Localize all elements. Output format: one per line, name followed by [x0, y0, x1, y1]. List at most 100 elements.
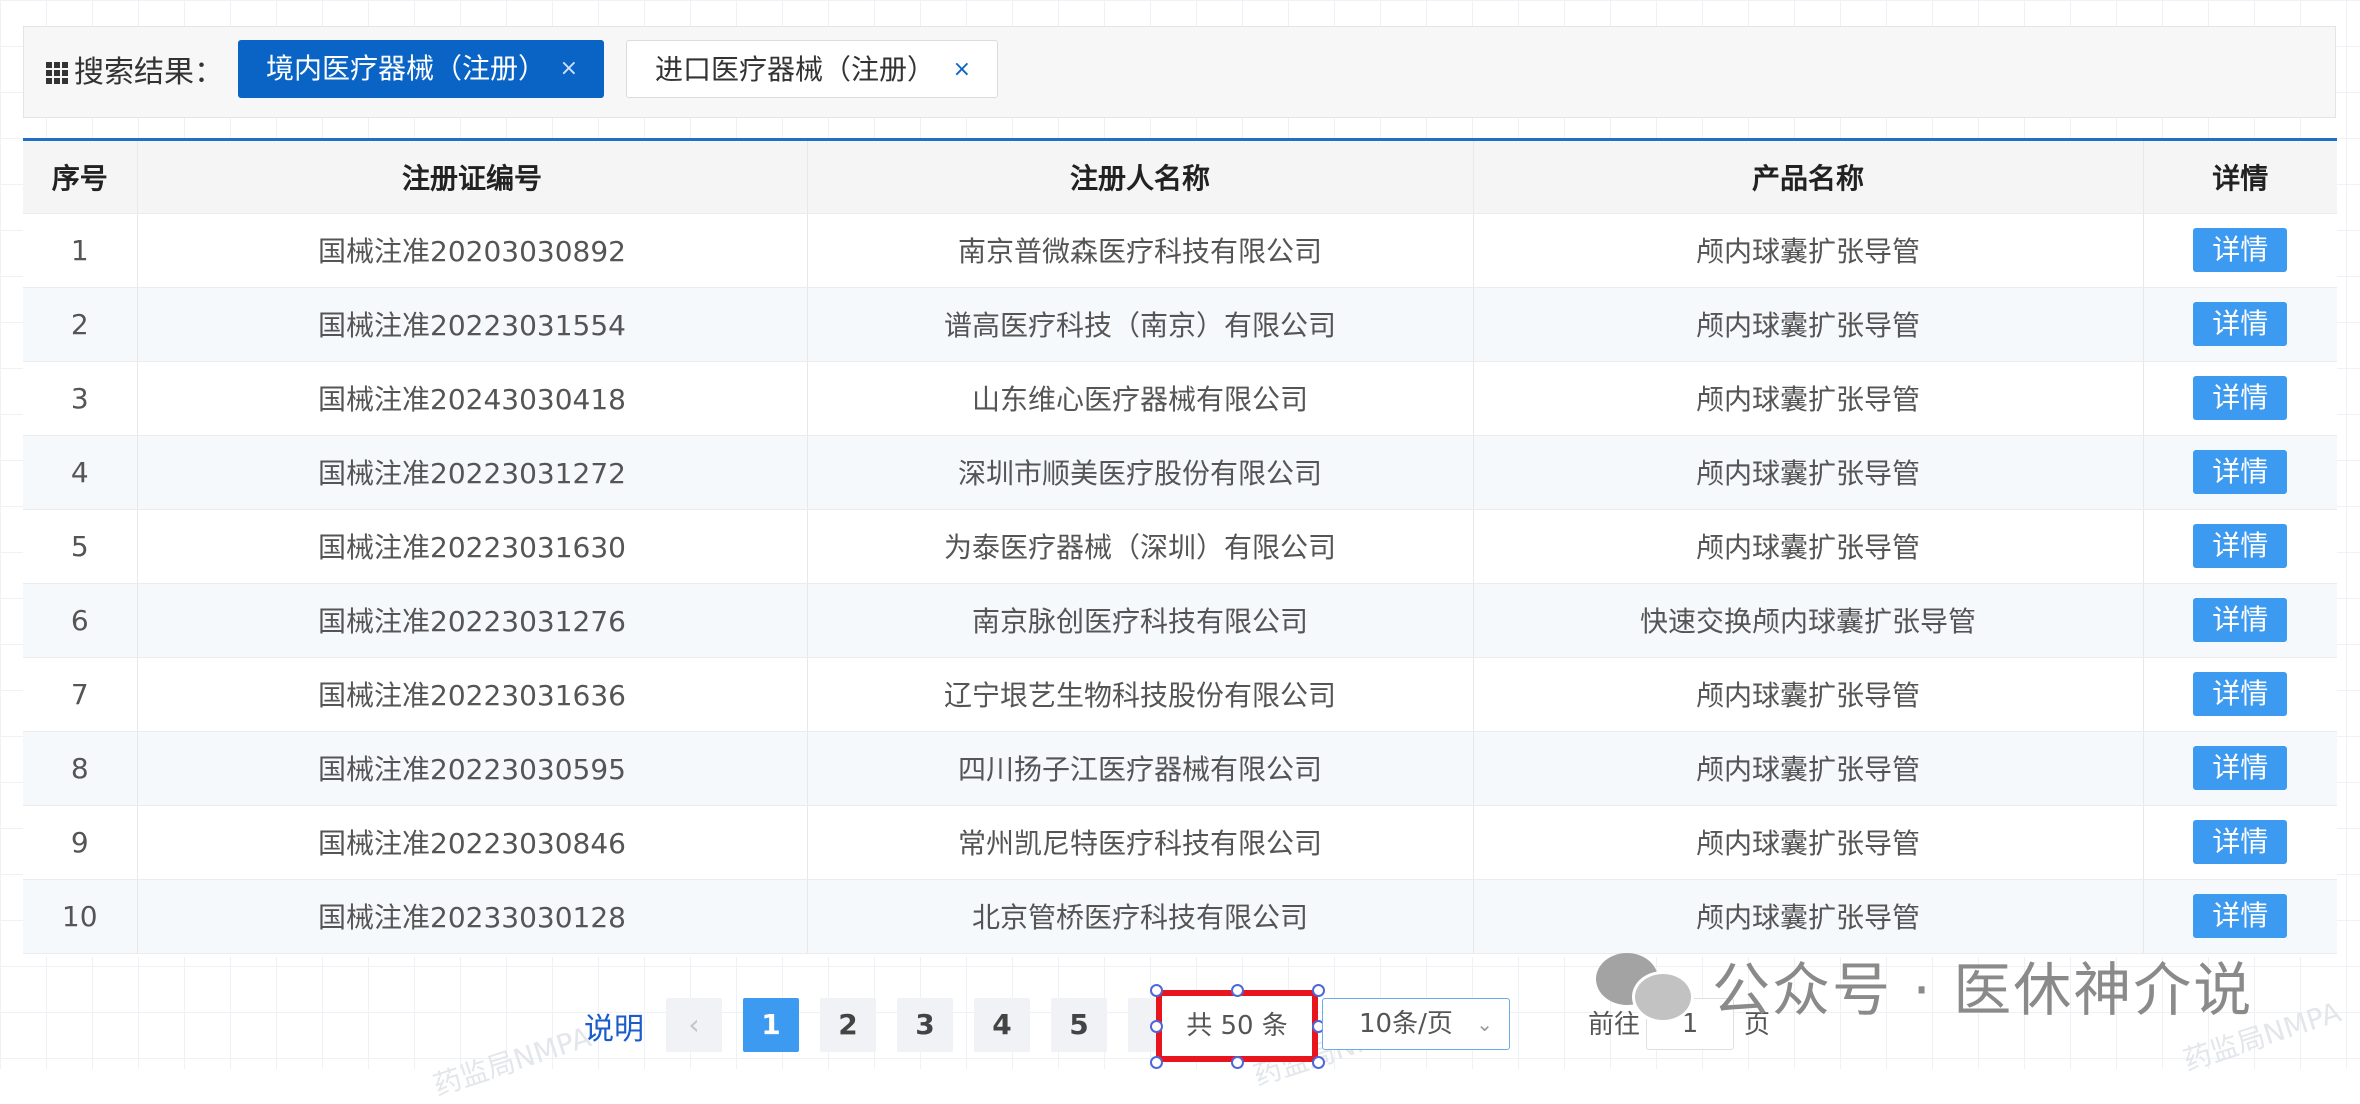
- detail-button[interactable]: 详情: [2193, 672, 2288, 716]
- cell-product: 颅内球囊扩张导管: [1473, 213, 2144, 288]
- annotation-handle: [1231, 984, 1244, 997]
- header-product: 产品名称: [1473, 141, 2144, 214]
- detail-button[interactable]: 详情: [2193, 598, 2288, 642]
- cell-index: 6: [23, 583, 138, 658]
- cell-detail: 详情: [2143, 583, 2337, 658]
- header-registration-no: 注册证编号: [137, 141, 808, 214]
- cell-index: 1: [23, 213, 138, 288]
- detail-button[interactable]: 详情: [2193, 302, 2288, 346]
- cell-index: 8: [23, 731, 138, 806]
- page-size-select[interactable]: 10条/页 ⌄: [1322, 998, 1510, 1050]
- detail-button[interactable]: 详情: [2193, 450, 2288, 494]
- annotation-handle: [1312, 984, 1325, 997]
- cell-product: 快速交换颅内球囊扩张导管: [1473, 583, 2144, 658]
- header-index: 序号: [23, 141, 138, 214]
- results-table-container: 序号 注册证编号 注册人名称 产品名称 详情 1 国械注准20203030892…: [23, 138, 2337, 957]
- cell-registration-no: 国械注准20203030892: [137, 213, 808, 288]
- cell-detail: 详情: [2143, 731, 2337, 806]
- wechat-watermark: 公众号 · 医休神介说: [1596, 940, 2253, 1030]
- wechat-watermark-text: 公众号 · 医休神介说: [1712, 956, 2254, 1024]
- results-table: 序号 注册证编号 注册人名称 产品名称 详情 1 国械注准20203030892…: [23, 141, 2337, 954]
- cell-registrant: 南京普微森医疗科技有限公司: [807, 213, 1474, 288]
- cell-registrant: 山东维心医疗器械有限公司: [807, 361, 1474, 436]
- cell-detail: 详情: [2143, 213, 2337, 288]
- table-row: 3 国械注准20243030418 山东维心医疗器械有限公司 颅内球囊扩张导管 …: [23, 361, 2337, 436]
- tag-label: 进口医疗器械（注册）: [655, 53, 936, 86]
- tag-imported-device[interactable]: 进口医疗器械（注册） ×: [626, 40, 998, 98]
- cell-index: 7: [23, 657, 138, 732]
- cell-registration-no: 国械注准20223030595: [137, 731, 808, 806]
- header-detail: 详情: [2143, 141, 2337, 214]
- table-row: 4 国械注准20223031272 深圳市顺美医疗股份有限公司 颅内球囊扩张导管…: [23, 435, 2337, 510]
- page-size-value: 10条/页: [1359, 1009, 1453, 1039]
- page-button-1[interactable]: 1: [743, 998, 799, 1052]
- chevron-down-icon: ⌄: [1476, 1012, 1493, 1036]
- table-row: 9 国械注准20223030846 常州凯尼特医疗科技有限公司 颅内球囊扩张导管…: [23, 805, 2337, 880]
- cell-registration-no: 国械注准20223030846: [137, 805, 808, 880]
- cell-registrant: 北京管桥医疗科技有限公司: [807, 879, 1474, 954]
- detail-button[interactable]: 详情: [2193, 820, 2288, 864]
- cell-detail: 详情: [2143, 287, 2337, 362]
- cell-product: 颅内球囊扩张导管: [1473, 435, 2144, 510]
- detail-button[interactable]: 详情: [2193, 228, 2288, 272]
- cell-detail: 详情: [2143, 805, 2337, 880]
- cell-registration-no: 国械注准20223031636: [137, 657, 808, 732]
- cell-product: 颅内球囊扩张导管: [1473, 509, 2144, 584]
- page-button-5[interactable]: 5: [1051, 998, 1107, 1052]
- close-icon[interactable]: ×: [560, 40, 578, 98]
- cell-index: 5: [23, 509, 138, 584]
- table-row: 5 国械注准20223031630 为泰医疗器械（深圳）有限公司 颅内球囊扩张导…: [23, 509, 2337, 584]
- cell-registration-no: 国械注准20223031276: [137, 583, 808, 658]
- cell-detail: 详情: [2143, 361, 2337, 436]
- tag-domestic-device[interactable]: 境内医疗器械（注册） ×: [238, 40, 604, 98]
- page-button-3[interactable]: 3: [897, 998, 953, 1052]
- annotation-handle: [1150, 1056, 1163, 1069]
- cell-detail: 详情: [2143, 509, 2337, 584]
- cell-registrant: 深圳市顺美医疗股份有限公司: [807, 435, 1474, 510]
- annotation-handle: [1150, 984, 1163, 997]
- search-result-bar: 搜索结果： 境内医疗器械（注册） × 进口医疗器械（注册） ×: [23, 26, 2336, 118]
- cell-index: 3: [23, 361, 138, 436]
- cell-product: 颅内球囊扩张导管: [1473, 657, 2144, 732]
- annotation-handle: [1312, 1056, 1325, 1069]
- cell-registrant: 辽宁垠艺生物科技股份有限公司: [807, 657, 1474, 732]
- search-result-label: 搜索结果：: [46, 27, 224, 119]
- cell-registrant: 四川扬子江医疗器械有限公司: [807, 731, 1474, 806]
- prev-page-button[interactable]: ‹: [666, 998, 722, 1052]
- cell-registration-no: 国械注准20243030418: [137, 361, 808, 436]
- total-count-text: 共 50 条: [1186, 1011, 1288, 1041]
- cell-index: 4: [23, 435, 138, 510]
- table-row: 8 国械注准20223030595 四川扬子江医疗器械有限公司 颅内球囊扩张导管…: [23, 731, 2337, 806]
- table-row: 6 国械注准20223031276 南京脉创医疗科技有限公司 快速交换颅内球囊扩…: [23, 583, 2337, 658]
- cell-registration-no: 国械注准20223031272: [137, 435, 808, 510]
- annotation-handle: [1231, 1056, 1244, 1069]
- cell-registration-no: 国械注准20223031554: [137, 287, 808, 362]
- cell-registrant: 南京脉创医疗科技有限公司: [807, 583, 1474, 658]
- cell-index: 2: [23, 287, 138, 362]
- cell-registrant: 为泰医疗器械（深圳）有限公司: [807, 509, 1474, 584]
- detail-button[interactable]: 详情: [2193, 524, 2288, 568]
- cell-index: 9: [23, 805, 138, 880]
- grid-icon: [46, 62, 68, 84]
- cell-detail: 详情: [2143, 657, 2337, 732]
- wechat-icon: [1596, 945, 1694, 1025]
- detail-button[interactable]: 详情: [2193, 746, 2288, 790]
- page-button-2[interactable]: 2: [820, 998, 876, 1052]
- cell-registration-no: 国械注准20223031630: [137, 509, 808, 584]
- table-row: 7 国械注准20223031636 辽宁垠艺生物科技股份有限公司 颅内球囊扩张导…: [23, 657, 2337, 732]
- detail-button[interactable]: 详情: [2193, 376, 2288, 420]
- explain-link[interactable]: 说明: [584, 1004, 644, 1048]
- table-row: 1 国械注准20203030892 南京普微森医疗科技有限公司 颅内球囊扩张导管…: [23, 213, 2337, 288]
- cell-product: 颅内球囊扩张导管: [1473, 731, 2144, 806]
- cell-registrant: 常州凯尼特医疗科技有限公司: [807, 805, 1474, 880]
- annotation-handle: [1150, 1020, 1163, 1033]
- cell-product: 颅内球囊扩张导管: [1473, 361, 2144, 436]
- total-count: 共 50 条: [1156, 990, 1318, 1062]
- table-row: 2 国械注准20223031554 谱高医疗科技（南京）有限公司 颅内球囊扩张导…: [23, 287, 2337, 362]
- detail-button[interactable]: 详情: [2193, 894, 2288, 938]
- cell-detail: 详情: [2143, 435, 2337, 510]
- cell-registrant: 谱高医疗科技（南京）有限公司: [807, 287, 1474, 362]
- close-icon[interactable]: ×: [953, 41, 971, 99]
- table-header-row: 序号 注册证编号 注册人名称 产品名称 详情: [23, 141, 2337, 214]
- page-button-4[interactable]: 4: [974, 998, 1030, 1052]
